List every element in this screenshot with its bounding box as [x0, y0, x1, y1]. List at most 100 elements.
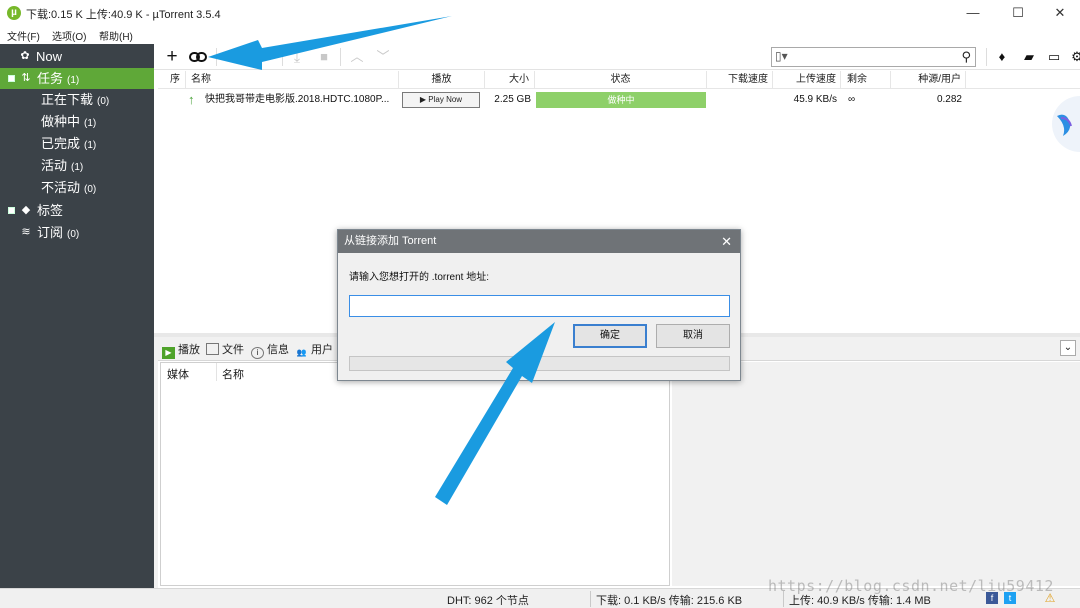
col-seq[interactable]: 序	[158, 71, 186, 89]
sidebar-item-label: Now	[36, 49, 63, 64]
tab-label: 用户	[311, 344, 333, 356]
play-now-button[interactable]: ▶ Play Now	[402, 92, 480, 108]
torrent-row[interactable]: ↑ 快把我哥带走电影版.2018.HDTC.1080P... ▶ Play No…	[158, 91, 1080, 109]
move-down-icon[interactable]: ﹀	[373, 47, 393, 67]
move-up-icon[interactable]: ︿	[347, 47, 367, 67]
sidebar-item-label-wrap: 做种中 (1)	[41, 111, 96, 134]
col-status[interactable]: 状态	[535, 71, 707, 89]
tab-label: 信息	[267, 344, 289, 356]
add-torrent-button[interactable]: +	[162, 47, 182, 67]
tag-icon: ◆	[21, 204, 31, 216]
menu-help[interactable]: 帮助(H)	[99, 28, 133, 43]
tab-files[interactable]: 文件	[206, 341, 244, 359]
chat-icon[interactable]: ▰	[1019, 47, 1039, 67]
maximize-button[interactable]: ☐	[1003, 3, 1033, 23]
play-tab-icon: ▶	[162, 347, 175, 359]
bulb-icon[interactable]: ♦	[992, 47, 1012, 67]
col-media: 媒体	[167, 369, 189, 381]
bird-widget-icon	[1052, 96, 1080, 152]
dialog-close-button[interactable]: ✕	[721, 230, 732, 253]
sidebar-item-label: 任务	[37, 71, 64, 86]
sidebar-item-downloading[interactable]: 正在下载 (0)	[0, 89, 154, 110]
sidebar-item-label: 已完成	[41, 136, 81, 151]
sidebar-item-feeds[interactable]: ≋ 订阅 (0)	[0, 222, 154, 243]
collapse-detail-button[interactable]: ⌄	[1060, 340, 1076, 356]
menu-options[interactable]: 选项(O)	[52, 28, 86, 43]
tab-play[interactable]: ▶ 播放	[162, 341, 200, 359]
player-pane	[672, 362, 1080, 586]
sidebar-item-seeding[interactable]: 做种中 (1)	[0, 111, 154, 132]
dialog-title: 从链接添加 Torrent	[338, 230, 740, 253]
add-from-url-dialog: 从链接添加 Torrent ✕ 请输入您想打开的 .torrent 地址: 确定…	[337, 229, 741, 381]
add-from-url-button[interactable]	[188, 47, 208, 67]
stop-icon[interactable]: ■	[314, 47, 334, 67]
tab-info[interactable]: i 信息	[251, 341, 289, 359]
start-download-icon[interactable]: ⤓	[287, 47, 307, 67]
torrent-eta: ∞	[848, 94, 856, 105]
settings-gear-icon[interactable]: ⚙	[1067, 47, 1080, 67]
sidebar-item-now[interactable]: ✿ Now	[0, 46, 154, 67]
sidebar-item-tasks[interactable]: ⇅ 任务 (1)	[0, 68, 154, 89]
ok-button[interactable]: 确定	[573, 324, 647, 348]
toolbar-divider	[340, 48, 341, 66]
search-icon[interactable]: ⚲	[961, 49, 971, 65]
sidebar-item-count: (1)	[84, 118, 97, 129]
sidebar-item-label-wrap: 不活动 (0)	[41, 177, 96, 200]
sidebar-item-count: (1)	[71, 162, 84, 173]
watermark-url: https://blog.csdn.net/liu59412	[768, 577, 1054, 595]
status-progress-bar: 做种中	[536, 92, 706, 108]
sidebar-item-active[interactable]: 活动 (1)	[0, 155, 154, 176]
tab-label: 文件	[222, 344, 244, 356]
dialog-prompt: 请输入您想打开的 .torrent 地址:	[349, 272, 490, 283]
col-size[interactable]: 大小	[485, 71, 535, 89]
column-divider	[216, 363, 217, 381]
sidebar-item-label: 订阅	[37, 225, 64, 240]
sidebar-item-count: (0)	[97, 96, 110, 107]
tab-label: 播放	[178, 344, 200, 356]
sidebar-item-label-wrap: 已完成 (1)	[41, 133, 96, 156]
menu-file[interactable]: 文件(F)	[7, 28, 40, 43]
cancel-button[interactable]: 取消	[656, 324, 730, 348]
torrent-ratio: 0.282	[936, 94, 962, 105]
sidebar-item-label-wrap: 任务 (1)	[37, 68, 79, 91]
sidebar-item-count: (1)	[67, 75, 80, 86]
download-status: 下载: 0.1 KB/s 传输: 215.6 KB	[596, 595, 743, 607]
statusbar-divider	[590, 591, 591, 607]
torrent-download-speed	[707, 91, 769, 109]
close-window-button[interactable]: ✕	[1045, 3, 1075, 23]
toolbar-divider	[282, 48, 283, 66]
torrent-url-input[interactable]	[349, 295, 730, 317]
sidebar-item-inactive[interactable]: 不活动 (0)	[0, 177, 154, 198]
detail-gutter	[154, 337, 158, 588]
collapse-toggle-icon[interactable]	[8, 75, 15, 82]
link-icon	[189, 52, 207, 62]
remove-button[interactable]: ▭	[256, 47, 276, 67]
folder-icon	[206, 343, 219, 355]
col-media-name: 名称	[222, 369, 244, 381]
sidebar-item-label: 不活动	[41, 180, 81, 195]
toolbar: + ▭ ⤓ ■ ︿ ﹀ ▯▾ ⚲ ♦ ▰ ▭ ⚙	[154, 44, 1080, 70]
search-provider-icon[interactable]: ▯▾	[775, 49, 788, 63]
expand-toggle-icon[interactable]	[8, 207, 15, 214]
sidebar-item-label: 标签	[37, 203, 64, 218]
sidebar-item-completed[interactable]: 已完成 (1)	[0, 133, 154, 154]
tab-peers[interactable]: 👥 用户	[295, 341, 333, 359]
sidebar-item-count: (0)	[84, 184, 97, 195]
rss-icon: ≋	[21, 226, 31, 238]
col-ratio[interactable]: 种源/用户	[891, 71, 966, 89]
info-icon: i	[251, 347, 264, 359]
col-name[interactable]: 名称	[186, 71, 399, 89]
remote-monitor-icon[interactable]: ▭	[1044, 47, 1064, 67]
minimize-button[interactable]: —	[958, 3, 988, 23]
menu-bar: 文件(F) 选项(O) 帮助(H)	[0, 26, 1080, 44]
col-download-speed[interactable]: 下载速度	[707, 71, 773, 89]
toolbar-divider	[216, 48, 217, 66]
sidebar-item-label-wrap: 订阅 (0)	[37, 222, 79, 245]
sidebar-item-labels[interactable]: ◆ 标签	[0, 200, 154, 221]
sidebar-item-label: 正在下载	[41, 92, 94, 107]
col-play[interactable]: 播放	[399, 71, 485, 89]
col-eta[interactable]: 剩余	[841, 71, 891, 89]
search-box[interactable]: ▯▾ ⚲	[771, 47, 976, 67]
col-upload-speed[interactable]: 上传速度	[773, 71, 841, 89]
sidebar-item-label-wrap: 活动 (1)	[41, 155, 83, 178]
